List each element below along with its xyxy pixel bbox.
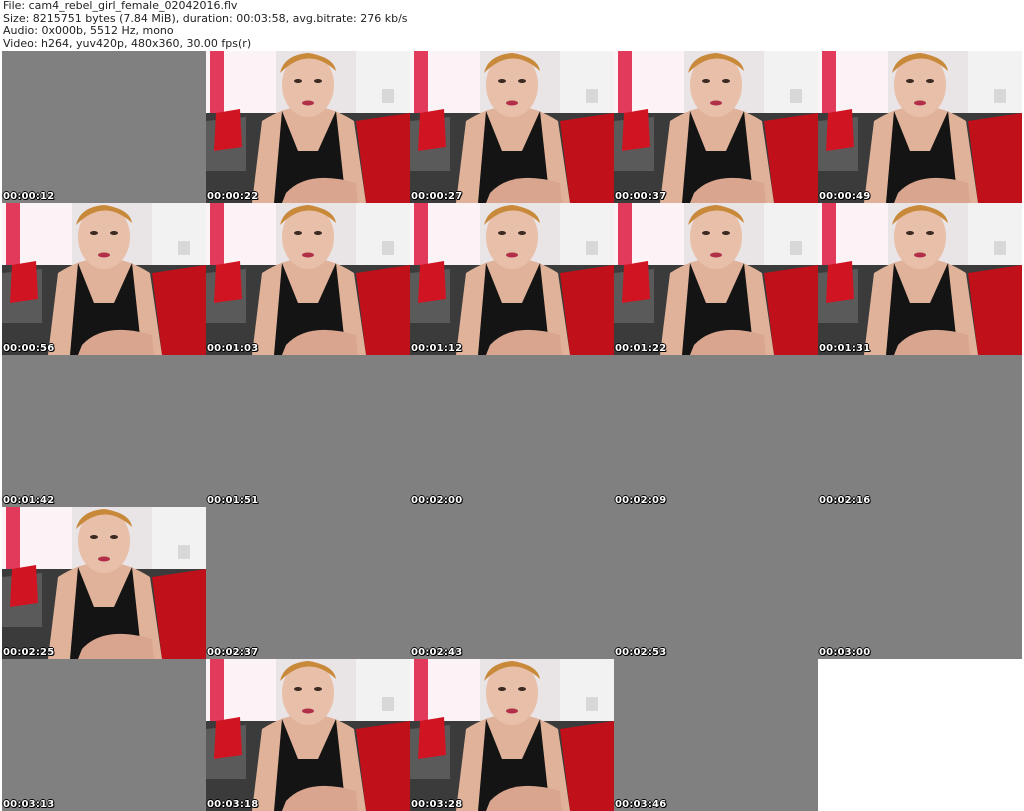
- thumbnail-tile: 00:02:43: [410, 507, 614, 659]
- thumbnail-tile: 00:02:53: [614, 507, 818, 659]
- webcam-frame-image: [206, 51, 410, 203]
- thumbnail-timestamp: 00:01:22: [615, 343, 667, 354]
- thumbnail-tile: 00:01:42: [2, 355, 206, 507]
- thumbnail-timestamp: 00:00:22: [207, 191, 259, 202]
- thumbnail-timestamp: 00:01:12: [411, 343, 463, 354]
- thumbnail-tile: 00:01:03: [206, 203, 410, 355]
- thumbnail-tile: 00:02:09: [614, 355, 818, 507]
- thumbnail-tile: 00:03:18: [206, 659, 410, 811]
- thumbnail-tile: 00:01:12: [410, 203, 614, 355]
- webcam-frame-image: [206, 659, 410, 811]
- thumbnail-timestamp: 00:00:27: [411, 191, 463, 202]
- thumbnail-tile: 00:00:49: [818, 51, 1022, 203]
- file-info-header: File: cam4_rebel_girl_female_02042016.fl…: [3, 0, 408, 50]
- thumbnail-tile: 00:03:13: [2, 659, 206, 811]
- thumbnail-timestamp: 00:03:18: [207, 799, 259, 810]
- video-info-line: Video: h264, yuv420p, 480x360, 30.00 fps…: [3, 36, 252, 50]
- webcam-frame-image: [614, 203, 818, 355]
- thumbnail-timestamp: 00:01:31: [819, 343, 871, 354]
- thumbnail-timestamp: 00:01:03: [207, 343, 259, 354]
- thumbnail-tile: 00:02:25: [2, 507, 206, 659]
- thumbnail-timestamp: 00:02:16: [819, 495, 871, 506]
- thumbnail-timestamp: 00:03:28: [411, 799, 463, 810]
- thumbnail-timestamp: 00:02:09: [615, 495, 667, 506]
- thumbnail-tile: 00:02:37: [206, 507, 410, 659]
- webcam-frame-image: [818, 203, 1022, 355]
- thumbnail-tile: 00:03:46: [614, 659, 818, 811]
- thumbnail-tile: 00:00:12: [2, 51, 206, 203]
- thumbnail-timestamp: 00:02:43: [411, 647, 463, 658]
- thumbnail-timestamp: 00:02:53: [615, 647, 667, 658]
- thumbnail-timestamp: 00:01:51: [207, 495, 259, 506]
- thumbnail-tile: 00:01:51: [206, 355, 410, 507]
- webcam-frame-image: [410, 203, 614, 355]
- thumbnail-tile: 00:01:22: [614, 203, 818, 355]
- thumbnail-timestamp: 00:00:37: [615, 191, 667, 202]
- thumbnail-timestamp: 00:03:00: [819, 647, 871, 658]
- thumbnail-tile: 00:00:37: [614, 51, 818, 203]
- audio-info-line: Audio: 0x000b, 5512 Hz, mono: [3, 24, 174, 37]
- thumbnail-tile: 00:03:00: [818, 507, 1022, 659]
- thumbnail-timestamp: 00:00:56: [3, 343, 55, 354]
- webcam-frame-image: [206, 203, 410, 355]
- thumbnail-timestamp: 00:00:12: [3, 191, 55, 202]
- thumbnail-tile: 00:00:22: [206, 51, 410, 203]
- empty-slot: [818, 659, 1022, 811]
- thumbnail-timestamp: 00:00:49: [819, 191, 871, 202]
- webcam-frame-image: [818, 51, 1022, 203]
- thumbnail-tile: 00:01:31: [818, 203, 1022, 355]
- file-name-line: File: cam4_rebel_girl_female_02042016.fl…: [3, 0, 238, 12]
- thumbnail-tile: 00:00:27: [410, 51, 614, 203]
- webcam-frame-image: [410, 51, 614, 203]
- thumbnail-tile: 00:00:56: [2, 203, 206, 355]
- thumbnail-tile: 00:03:28: [410, 659, 614, 811]
- webcam-frame-image: [2, 203, 206, 355]
- webcam-frame-image: [2, 507, 206, 659]
- thumbnail-tile: 00:02:16: [818, 355, 1022, 507]
- webcam-frame-image: [614, 51, 818, 203]
- thumbnail-grid: 00:00:12 00:00:22 00:00:27 00:00:37 00:0…: [2, 51, 1022, 811]
- thumbnail-timestamp: 00:02:37: [207, 647, 259, 658]
- thumbnail-timestamp: 00:03:46: [615, 799, 667, 810]
- thumbnail-timestamp: 00:01:42: [3, 495, 55, 506]
- webcam-frame-image: [410, 659, 614, 811]
- thumbnail-timestamp: 00:02:25: [3, 647, 55, 658]
- thumbnail-timestamp: 00:02:00: [411, 495, 463, 506]
- thumbnail-tile: 00:02:00: [410, 355, 614, 507]
- thumbnail-timestamp: 00:03:13: [3, 799, 55, 810]
